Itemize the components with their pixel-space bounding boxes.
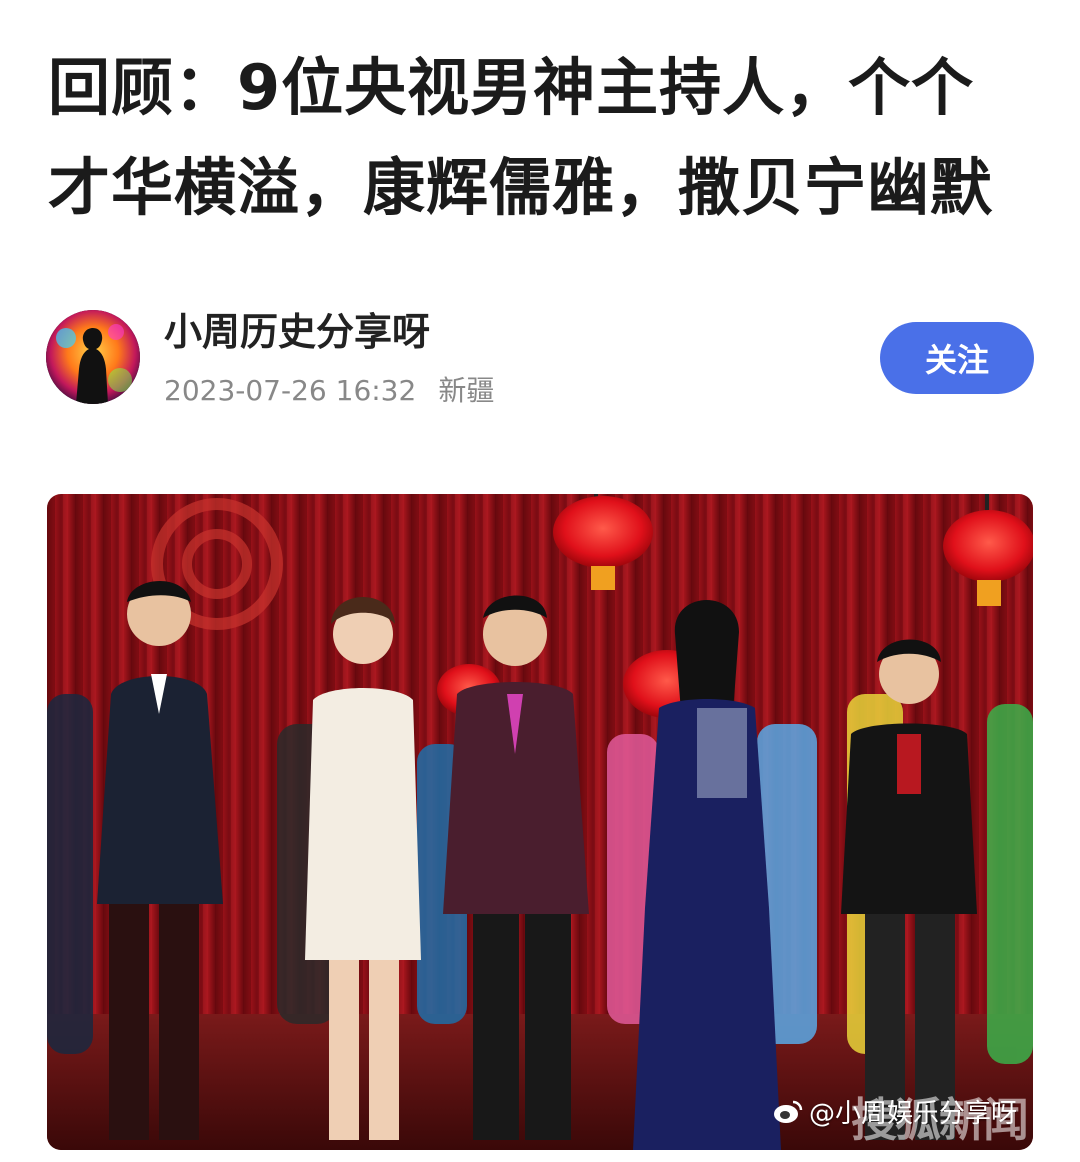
weibo-icon bbox=[773, 1099, 803, 1125]
follow-button[interactable]: 关注 bbox=[880, 322, 1034, 394]
post-date: 2023-07-26 16:32 bbox=[164, 374, 417, 407]
stage-photo-illustration bbox=[47, 494, 1033, 1150]
silhouette-avatar-icon bbox=[46, 310, 140, 404]
post-meta: 2023-07-26 16:32 新疆 bbox=[164, 374, 494, 408]
post-location: 新疆 bbox=[438, 374, 495, 407]
author-avatar[interactable] bbox=[46, 310, 140, 404]
author-name[interactable]: 小周历史分享呀 bbox=[164, 310, 430, 354]
article-photo[interactable]: @小周娱乐分享呀 搜狐新闻 bbox=[47, 494, 1033, 1150]
article-title: 回顾：9位央视男神主持人，个个 才华横溢，康辉儒雅，撒贝宁幽默 bbox=[48, 38, 1038, 238]
title-line-1: 回顾：9位央视男神主持人，个个 bbox=[48, 51, 975, 124]
author-bar: 小周历史分享呀 2023-07-26 16:32 新疆 关注 bbox=[46, 310, 1034, 410]
sohu-news-watermark: 搜狐新闻 bbox=[851, 1093, 1029, 1147]
title-line-2: 才华横溢，康辉儒雅，撒贝宁幽默 bbox=[48, 151, 994, 224]
